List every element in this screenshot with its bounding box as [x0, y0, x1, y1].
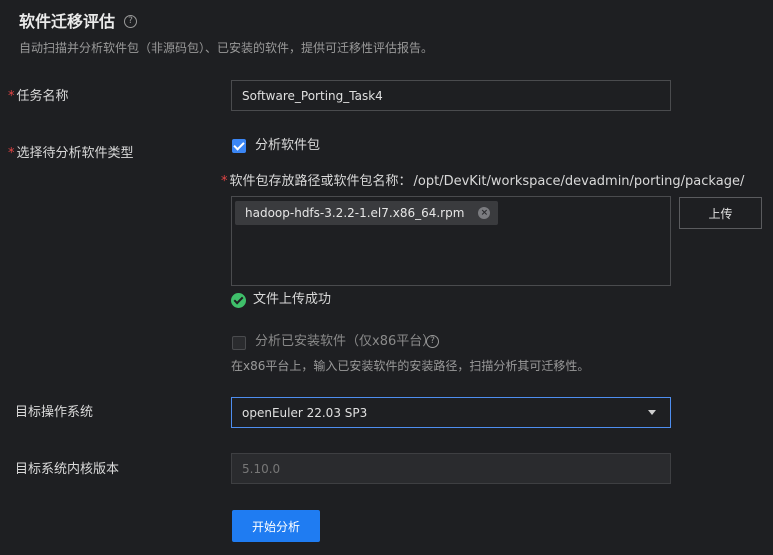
- chevron-down-icon: [648, 410, 656, 415]
- task-name-label: * 任务名称: [8, 88, 69, 106]
- target-kernel-value: 5.10.0: [242, 461, 281, 476]
- uploaded-file-tag: hadoop-hdfs-3.2.2-1.el7.x86_64.rpm ×: [235, 201, 499, 225]
- remove-file-icon[interactable]: ×: [478, 207, 491, 219]
- software-type-label: * 选择待分析软件类型: [8, 145, 134, 163]
- uploaded-file-name: hadoop-hdfs-3.2.2-1.el7.x86_64.rpm: [245, 206, 465, 220]
- installed-help-icon[interactable]: ?: [426, 335, 439, 348]
- upload-button[interactable]: 上传: [679, 197, 762, 229]
- target-kernel-label: 目标系统内核版本: [15, 462, 120, 477]
- upload-status-text: 文件上传成功: [253, 292, 332, 307]
- task-name-input[interactable]: Software_Porting_Task4: [231, 80, 671, 111]
- page-title: 软件迁移评估: [19, 12, 116, 31]
- success-check-icon: [231, 293, 246, 308]
- target-kernel-input: 5.10.0: [231, 453, 671, 484]
- installed-hint-text: 在x86平台上，输入已安装软件的安装路径，扫描分析其可迁移性。: [231, 359, 590, 373]
- target-os-label: 目标操作系统: [15, 405, 94, 420]
- required-mark: *: [8, 146, 15, 161]
- task-name-value: Software_Porting_Task4: [242, 88, 383, 103]
- package-path-label: 软件包存放路径或软件包名称：: [229, 174, 412, 189]
- help-icon[interactable]: ?: [124, 15, 137, 28]
- software-type-label-text: 选择待分析软件类型: [16, 146, 134, 161]
- target-os-select[interactable]: openEuler 22.03 SP3: [231, 397, 671, 428]
- analyze-installed-label: 分析已安装软件（仅x86平台）: [255, 334, 436, 349]
- package-path-value: /opt/DevKit/workspace/devadmin/porting/p…: [413, 174, 745, 189]
- analyze-package-label: 分析软件包: [255, 138, 321, 153]
- page-subtitle: 自动扫描并分析软件包（非源码包）、已安装的软件，提供可迁移性评估报告。: [19, 41, 434, 55]
- file-list-box[interactable]: hadoop-hdfs-3.2.2-1.el7.x86_64.rpm ×: [231, 196, 671, 286]
- required-mark: *: [221, 174, 228, 189]
- software-porting-assessment-page: 软件迁移评估 ? 自动扫描并分析软件包（非源码包）、已安装的软件，提供可迁移性评…: [0, 0, 773, 555]
- required-mark: *: [8, 89, 15, 104]
- analyze-installed-checkbox[interactable]: [232, 336, 246, 350]
- analyze-package-checkbox[interactable]: [232, 139, 246, 153]
- task-name-label-text: 任务名称: [16, 89, 69, 104]
- start-analysis-button[interactable]: 开始分析: [232, 510, 320, 542]
- package-path-row: * 软件包存放路径或软件包名称：/opt/DevKit/workspace/dev…: [221, 170, 744, 189]
- target-os-value: openEuler 22.03 SP3: [242, 405, 368, 420]
